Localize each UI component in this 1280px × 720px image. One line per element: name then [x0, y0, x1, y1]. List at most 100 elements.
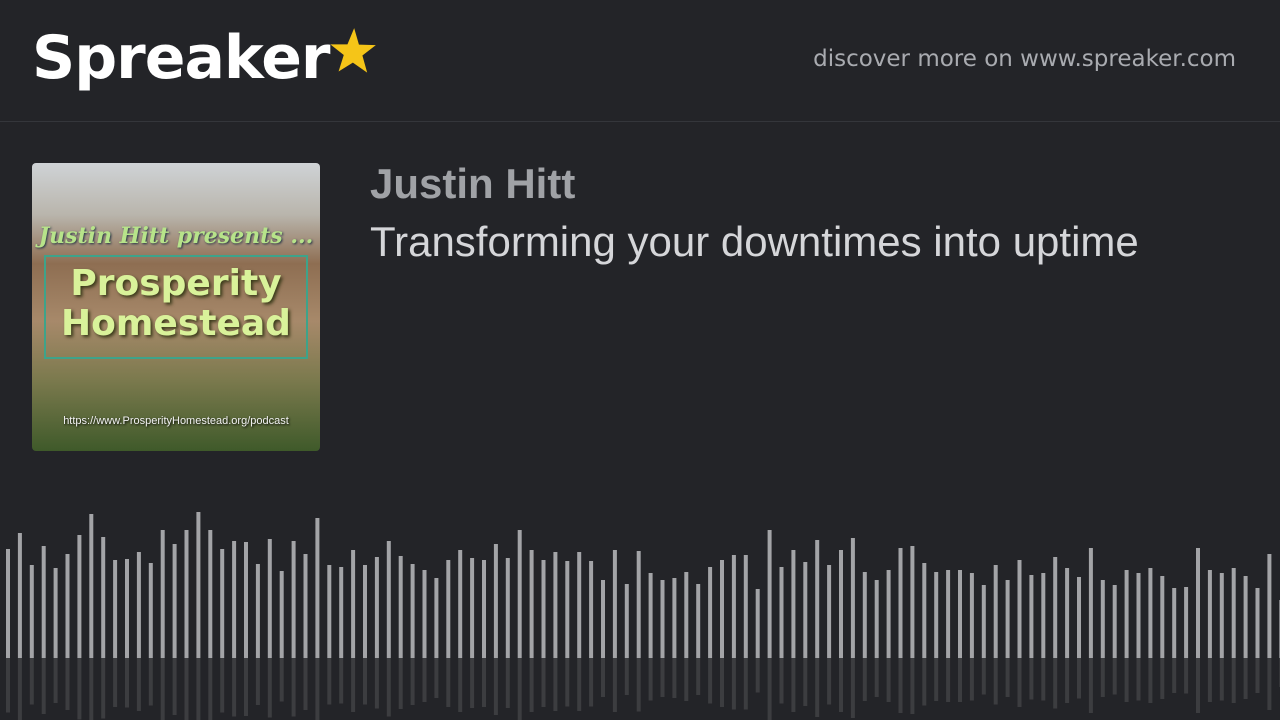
waveform-bar — [958, 570, 962, 658]
waveform-bar — [862, 572, 867, 658]
waveform-reflection — [981, 658, 986, 695]
waveform-reflection — [101, 658, 106, 719]
waveform-reflection — [1172, 658, 1177, 693]
waveform-reflection — [1112, 658, 1117, 695]
waveform-bar — [922, 563, 927, 658]
waveform-bar — [1017, 560, 1022, 658]
waveform-bar — [791, 550, 796, 658]
waveform-bar — [303, 554, 308, 658]
waveform-bar — [1100, 580, 1105, 658]
waveform-bar — [767, 530, 772, 658]
waveform-reflection — [827, 658, 832, 705]
waveform-bar — [113, 560, 118, 658]
waveform-bar — [648, 573, 653, 658]
waveform-reflection — [172, 658, 177, 715]
audio-waveform — [6, 512, 1280, 720]
waveform-bar — [148, 563, 153, 658]
waveform-reflection — [767, 658, 772, 720]
waveform-reflection — [1041, 658, 1046, 701]
waveform-bar — [981, 585, 986, 658]
waveform-reflection — [255, 658, 260, 705]
waveform-bar — [886, 570, 891, 658]
waveform-reflection — [77, 658, 82, 720]
waveform-reflection — [1029, 658, 1034, 700]
waveform-bar — [934, 572, 939, 658]
waveform-bar — [172, 544, 177, 658]
waveform-bar — [458, 550, 463, 658]
waveform-bar — [41, 546, 46, 658]
waveform-bar — [434, 578, 439, 658]
waveform-bar — [267, 539, 272, 658]
waveform-reflection — [29, 658, 34, 705]
waveform-reflection — [148, 658, 153, 706]
waveform-bar — [731, 555, 736, 658]
waveform-bar — [422, 570, 427, 658]
waveform-bar — [363, 565, 367, 658]
waveform-bar — [803, 562, 808, 658]
waveform-reflection — [624, 658, 629, 695]
waveform-bar — [196, 512, 201, 658]
waveform-bar — [6, 549, 10, 658]
waveform-bar — [589, 561, 594, 658]
waveform-reflection — [267, 658, 272, 718]
waveform-reflection — [577, 658, 582, 711]
waveform-reflection — [541, 658, 546, 707]
waveform-reflection — [410, 658, 415, 705]
episode-author[interactable]: Justin Hitt — [370, 160, 575, 208]
waveform-bar — [65, 554, 70, 658]
waveform-bar — [398, 556, 403, 658]
waveform-bar — [339, 567, 344, 658]
waveform-bar — [708, 567, 713, 658]
waveform-bar — [1053, 557, 1058, 658]
waveform-reflection — [803, 658, 808, 706]
waveform-reflection — [648, 658, 653, 701]
cover-title-line1: Prosperity — [70, 263, 282, 304]
waveform-reflection — [743, 658, 748, 710]
discover-link[interactable]: discover more on www.spreaker.com — [813, 46, 1236, 72]
waveform-bar — [29, 565, 34, 658]
waveform-bar — [77, 535, 82, 658]
waveform-reflection — [184, 658, 189, 720]
waveform-reflection — [315, 658, 320, 720]
waveform-reflection — [1100, 658, 1105, 697]
waveform-reflection — [815, 658, 820, 717]
waveform-reflection — [1017, 658, 1022, 707]
waveform-reflection — [839, 658, 843, 712]
spreaker-logo[interactable]: Spreaker — [32, 22, 378, 94]
waveform-reflection — [363, 658, 367, 705]
waveform-reflection — [886, 658, 891, 702]
waveform-reflection — [874, 658, 879, 697]
waveform-bar — [612, 550, 617, 658]
waveform-reflection — [493, 658, 498, 715]
waveform-reflection — [1196, 658, 1200, 713]
waveform-reflection — [922, 658, 927, 706]
waveform-bar — [1267, 554, 1272, 658]
waveform-bar — [125, 559, 129, 658]
waveform-bar — [1029, 575, 1034, 658]
waveform-bar — [1184, 587, 1189, 658]
waveform-bar — [529, 550, 534, 658]
waveform-reflection — [1231, 658, 1236, 703]
waveform-reflection — [351, 658, 356, 712]
logo-text: Spreaker — [32, 23, 331, 93]
waveform-reflection — [946, 658, 951, 702]
waveform-reflection — [327, 658, 332, 705]
waveform-bar — [755, 589, 760, 658]
waveform-bar — [482, 560, 486, 658]
waveform-reflection — [958, 658, 962, 702]
waveform-reflection — [553, 658, 558, 711]
waveform-bar — [374, 557, 379, 658]
waveform-bar — [601, 580, 605, 658]
waveform-bar — [815, 540, 820, 658]
waveform-reflection — [636, 658, 641, 712]
waveform-reflection — [1184, 658, 1189, 694]
waveform-reflection — [1267, 658, 1272, 710]
waveform-reflection — [755, 658, 760, 693]
waveform-bar — [351, 550, 356, 658]
waveform-bar — [898, 548, 903, 658]
waveform-reflection — [612, 658, 617, 712]
waveform-reflection — [339, 658, 344, 704]
waveform-bar — [874, 580, 879, 658]
waveform-bar — [1136, 573, 1141, 658]
waveform-reflection — [41, 658, 46, 714]
